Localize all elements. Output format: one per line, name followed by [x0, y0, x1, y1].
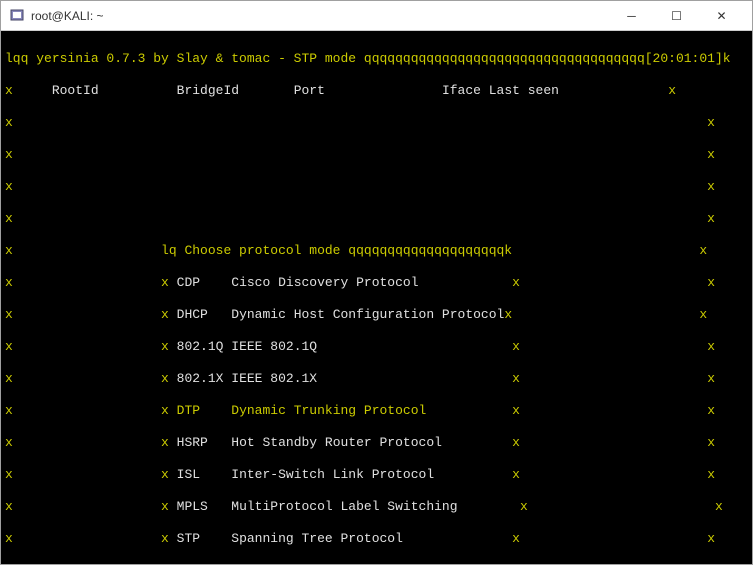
proto-item-8021q[interactable]: x x 802.1Q IEEE 802.1Q x x	[5, 339, 748, 355]
proto-item-vtp[interactable]: x x VTP VLAN Trunking Protocol x x	[5, 563, 748, 564]
proto-item-dtp[interactable]: x x DTP Dynamic Trunking Protocol x x	[5, 403, 748, 419]
proto-item-dhcp[interactable]: x x DHCP Dynamic Host Configuration Prot…	[5, 307, 748, 323]
maximize-button[interactable]: ☐	[654, 1, 699, 31]
close-button[interactable]: ✕	[699, 1, 744, 31]
col-headers: x RootId BridgeId Port Iface Last seen x	[5, 83, 748, 99]
proto-item-stp[interactable]: x x STP Spanning Tree Protocol x x	[5, 531, 748, 547]
app-header-line: lqq yersinia 0.7.3 by Slay & tomac - STP…	[5, 51, 748, 67]
putty-icon	[9, 8, 25, 24]
selected-proto-desc: Dynamic Trunking Protocol	[231, 403, 426, 418]
proto-item-mpls[interactable]: x x MPLS MultiProtocol Label Switching x…	[5, 499, 748, 515]
titlebar: root@KALI: ~ ─ ☐ ✕	[1, 1, 752, 31]
terminal-area[interactable]: lqq yersinia 0.7.3 by Slay & tomac - STP…	[1, 31, 752, 564]
selected-proto-key: DTP	[177, 403, 200, 418]
window-title: root@KALI: ~	[31, 9, 609, 23]
proto-item-cdp[interactable]: x x CDP Cisco Discovery Protocol x x	[5, 275, 748, 291]
dialog-top: x lq Choose protocol mode qqqqqqqqqqqqqq…	[5, 243, 748, 259]
proto-item-isl[interactable]: x x ISL Inter-Switch Link Protocol x x	[5, 467, 748, 483]
proto-item-8021x[interactable]: x x 802.1X IEEE 802.1X x x	[5, 371, 748, 387]
minimize-button[interactable]: ─	[609, 1, 654, 31]
proto-item-hsrp[interactable]: x x HSRP Hot Standby Router Protocol x x	[5, 435, 748, 451]
